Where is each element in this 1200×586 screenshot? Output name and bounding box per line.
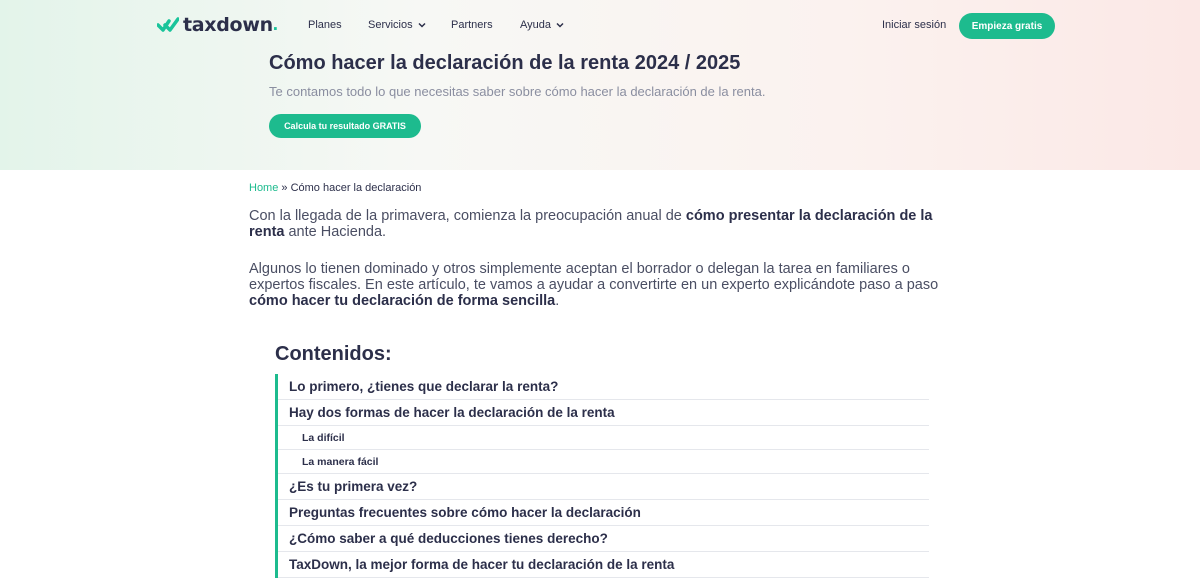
taxdown-logo[interactable]: taxdown. xyxy=(157,14,278,36)
toc-item-dos-formas[interactable]: Hay dos formas de hacer la declaración d… xyxy=(278,400,929,426)
start-free-button[interactable]: Empieza gratis xyxy=(959,13,1055,39)
breadcrumb-separator: » xyxy=(278,182,291,194)
nav-item-label: Partners xyxy=(451,19,493,31)
toc-item-preguntas[interactable]: Preguntas frecuentes sobre cómo hacer la… xyxy=(278,500,929,526)
nav-item-servicios[interactable]: Servicios xyxy=(368,19,426,31)
toc-item-taxdown[interactable]: TaxDown, la mejor forma de hacer tu decl… xyxy=(278,552,929,578)
nav-item-label: Servicios xyxy=(368,19,413,31)
toc-item-primera-vez[interactable]: ¿Es tu primera vez? xyxy=(278,474,929,500)
logo-check-icon xyxy=(157,17,179,32)
nav-item-partners[interactable]: Partners xyxy=(451,19,493,31)
table-of-contents: Lo primero, ¿tienes que declarar la rent… xyxy=(275,374,929,578)
nav-item-planes[interactable]: Planes xyxy=(308,19,342,31)
calculate-result-button[interactable]: Calcula tu resultado GRATIS xyxy=(269,114,421,138)
intro-text: Con la llegada de la primavera, comienza… xyxy=(249,208,686,224)
login-link[interactable]: Iniciar sesión xyxy=(882,19,946,31)
breadcrumb: Home » Cómo hacer la declaración xyxy=(249,182,421,194)
toc-subitem-facil[interactable]: La manera fácil xyxy=(278,450,929,474)
nav-item-label: Ayuda xyxy=(520,19,551,31)
logo-text: taxdown xyxy=(183,14,273,36)
page-title: Cómo hacer la declaración de la renta 20… xyxy=(269,52,741,74)
nav-item-ayuda[interactable]: Ayuda xyxy=(520,19,564,31)
toc-subitem-dificil[interactable]: La difícil xyxy=(278,426,929,450)
second-highlight: cómo hacer tu declaración de forma senci… xyxy=(249,293,556,309)
top-navigation: taxdown. Planes Servicios Partners Ayuda… xyxy=(0,0,1200,50)
toc-item-deducciones[interactable]: ¿Cómo saber a qué deducciones tienes der… xyxy=(278,526,929,552)
second-paragraph: Algunos lo tienen dominado y otros simpl… xyxy=(249,261,939,309)
breadcrumb-home-link[interactable]: Home xyxy=(249,182,278,194)
nav-item-label: Planes xyxy=(308,19,342,31)
intro-paragraph: Con la llegada de la primavera, comienza… xyxy=(249,208,939,240)
chevron-down-icon xyxy=(418,22,426,28)
toc-title: Contenidos: xyxy=(275,343,392,365)
intro-text-end: ante Hacienda. xyxy=(284,224,387,240)
second-text: Algunos lo tienen dominado y otros simpl… xyxy=(249,261,939,293)
logo-dot: . xyxy=(272,14,279,35)
second-text-end: . xyxy=(555,293,560,309)
chevron-down-icon xyxy=(556,22,564,28)
page-subtitle: Te contamos todo lo que necesitas saber … xyxy=(269,84,766,99)
breadcrumb-current: Cómo hacer la declaración xyxy=(290,182,422,194)
toc-item-declarar[interactable]: Lo primero, ¿tienes que declarar la rent… xyxy=(278,374,929,400)
